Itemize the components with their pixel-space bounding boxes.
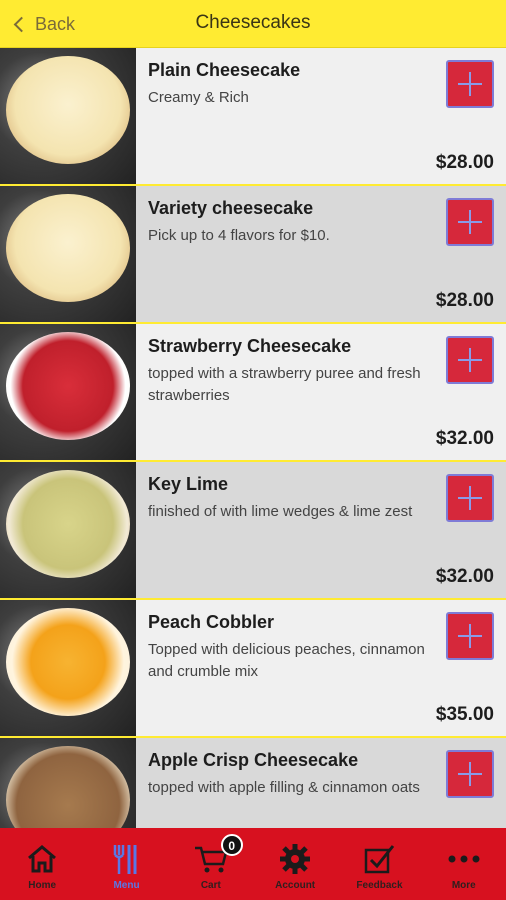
tab-home-label: Home	[28, 880, 57, 891]
tab-home[interactable]: Home	[0, 828, 84, 900]
item-name: Plain Cheesecake	[148, 60, 301, 80]
add-item-button[interactable]	[446, 612, 494, 660]
cake-image	[0, 186, 136, 322]
more-dots-icon	[448, 855, 480, 863]
tab-account[interactable]: Account	[253, 828, 337, 900]
gear-icon	[280, 844, 311, 874]
tab-feedback-label: Feedback	[356, 880, 403, 891]
top-bar: Back Cheesecakes	[0, 0, 506, 48]
item-description: topped with a strawberry puree and fresh…	[148, 365, 421, 404]
page-title: Cheesecakes	[195, 12, 311, 33]
add-item-button[interactable]	[446, 474, 494, 522]
home-icon	[28, 845, 57, 873]
item-name: Apple Crisp Cheesecake	[148, 750, 359, 770]
tab-account-label: Account	[275, 880, 316, 891]
item-price: $35.00	[435, 704, 494, 725]
list-item[interactable]: Key Lime finished of with lime wedges & …	[0, 462, 506, 600]
item-description: Topped with delicious peaches, cinnamon …	[148, 641, 425, 680]
tab-cart-label: Cart	[200, 880, 221, 891]
list-item[interactable]: Peach Cobbler Topped with delicious peac…	[0, 600, 506, 738]
add-item-button[interactable]	[446, 336, 494, 384]
cart-count-badge: 0	[220, 834, 243, 856]
cake-image	[0, 324, 136, 460]
tab-menu-label: Menu	[113, 880, 140, 891]
menu-list[interactable]: Plain Cheesecake Creamy & Rich $28.00 Va…	[0, 48, 506, 828]
add-item-button[interactable]	[446, 60, 494, 108]
item-price: $32.00	[435, 566, 494, 587]
list-item[interactable]: Strawberry Cheesecake topped with a stra…	[0, 324, 506, 462]
bottom-tab-bar: Home Menu 0 Cart Account Feedback More	[0, 828, 506, 900]
item-name: Peach Cobbler	[148, 612, 275, 632]
item-price: $32.00	[435, 428, 494, 449]
add-item-button[interactable]	[446, 198, 494, 246]
item-price: $28.00	[435, 290, 494, 311]
tab-cart[interactable]: 0 Cart	[169, 828, 253, 900]
cake-image	[0, 600, 136, 736]
list-item[interactable]: Variety cheesecake Pick up to 4 flavors …	[0, 186, 506, 324]
cake-image	[0, 738, 136, 828]
tab-menu[interactable]: Menu	[84, 828, 168, 900]
list-item[interactable]: Apple Crisp Cheesecake topped with apple…	[0, 738, 506, 828]
item-name: Strawberry Cheesecake	[148, 336, 352, 356]
item-description: finished of with lime wedges & lime zest	[148, 503, 413, 520]
item-description: Creamy & Rich	[148, 89, 249, 106]
tab-feedback[interactable]: Feedback	[337, 828, 421, 900]
item-description: Pick up to 4 flavors for $10.	[148, 227, 330, 244]
tab-more-label: More	[451, 880, 476, 891]
utensils-icon	[114, 845, 137, 874]
tab-more[interactable]: More	[422, 828, 506, 900]
item-name: Variety cheesecake	[148, 198, 314, 218]
item-description: topped with apple filling & cinnamon oat…	[148, 779, 420, 796]
item-price: $28.00	[435, 152, 494, 173]
add-item-button[interactable]	[446, 750, 494, 798]
cake-image	[0, 48, 136, 184]
checkbox-edit-icon	[365, 845, 395, 874]
item-name: Key Lime	[148, 474, 229, 494]
cake-image	[0, 462, 136, 598]
list-item[interactable]: Plain Cheesecake Creamy & Rich $28.00	[0, 48, 506, 186]
